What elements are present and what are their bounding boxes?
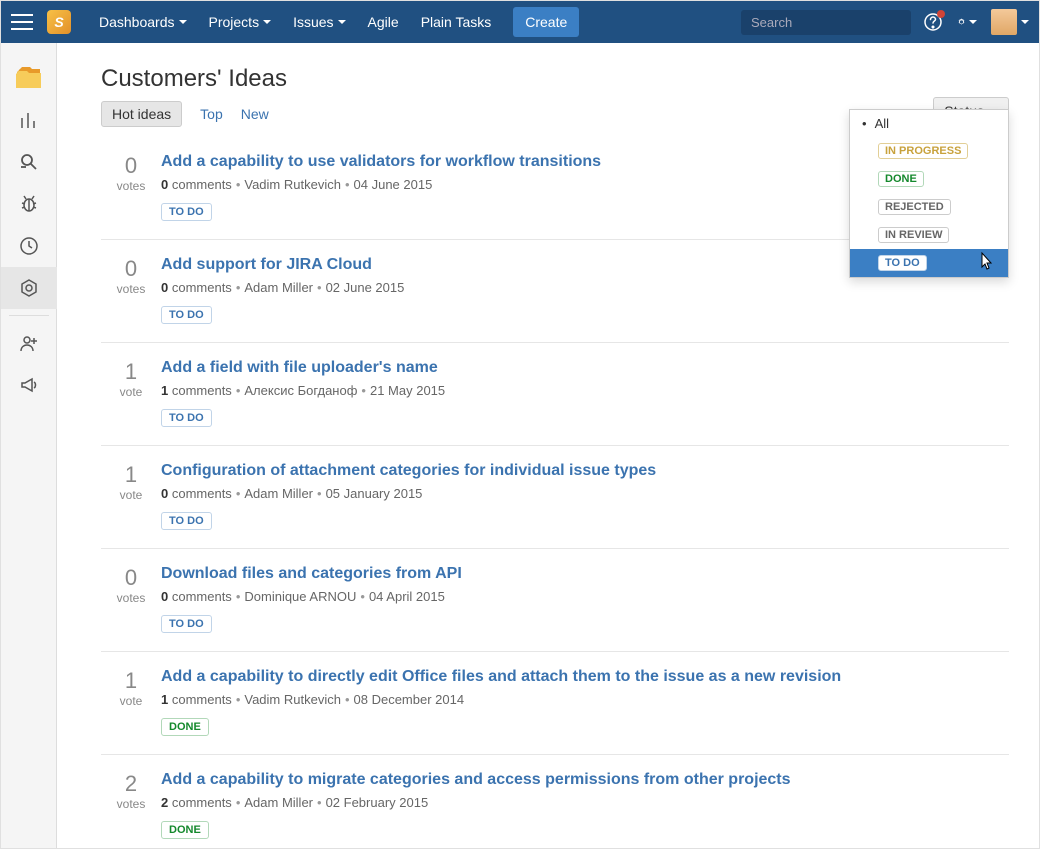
vote-count: 0 <box>101 565 161 591</box>
vote-label: vote <box>101 694 161 708</box>
idea-row: 1 vote Configuration of attachment categ… <box>101 446 1009 549</box>
idea-meta: 0 comments•Dominique ARNOU•04 April 2015 <box>161 589 1009 604</box>
sidebar-reports-icon[interactable] <box>1 99 57 141</box>
create-button[interactable]: Create <box>513 7 579 37</box>
vote-column[interactable]: 1 vote <box>101 462 161 530</box>
gear-icon[interactable] <box>957 12 977 32</box>
status-option-rejected[interactable]: REJECTED <box>850 193 1008 221</box>
sidebar-megaphone-icon[interactable] <box>1 364 57 406</box>
search-box[interactable] <box>741 10 911 35</box>
status-option-in-review[interactable]: IN REVIEW <box>850 221 1008 249</box>
user-menu[interactable] <box>991 9 1029 35</box>
tab-top[interactable]: Top <box>200 106 223 122</box>
idea-title-link[interactable]: Add a capability to migrate categories a… <box>161 771 1009 789</box>
menu-icon[interactable] <box>11 14 33 30</box>
vote-column[interactable]: 0 votes <box>101 153 161 221</box>
status-badge: TO DO <box>161 409 212 427</box>
vote-count: 2 <box>101 771 161 797</box>
status-badge: TO DO <box>161 306 212 324</box>
vote-count: 1 <box>101 359 161 385</box>
notification-dot <box>937 10 945 18</box>
chevron-down-icon <box>338 20 346 24</box>
vote-label: vote <box>101 488 161 502</box>
search-input[interactable] <box>751 15 927 30</box>
nav-projects[interactable]: Projects <box>199 8 282 36</box>
chevron-down-icon <box>1021 20 1029 24</box>
vote-column[interactable]: 1 vote <box>101 668 161 736</box>
idea-title-link[interactable]: Configuration of attachment categories f… <box>161 462 1009 480</box>
idea-title-link[interactable]: Download files and categories from API <box>161 565 1009 583</box>
sidebar-settings-icon[interactable] <box>1 267 57 309</box>
vote-count: 0 <box>101 153 161 179</box>
vote-column[interactable]: 0 votes <box>101 565 161 633</box>
idea-meta: 1 comments•Vadim Rutkevich•08 December 2… <box>161 692 1009 707</box>
nav-plain-tasks[interactable]: Plain Tasks <box>411 8 502 36</box>
vote-label: votes <box>101 797 161 811</box>
vote-label: votes <box>101 282 161 296</box>
app-logo[interactable]: S <box>47 10 71 34</box>
top-navigation: S Dashboards Projects Issues Agile Plain… <box>1 1 1039 43</box>
sidebar-bug-icon[interactable] <box>1 183 57 225</box>
nav-issues[interactable]: Issues <box>283 8 355 36</box>
cursor-icon <box>977 251 995 273</box>
vote-label: vote <box>101 385 161 399</box>
idea-row: 1 vote Add a capability to directly edit… <box>101 652 1009 755</box>
vote-column[interactable]: 0 votes <box>101 256 161 324</box>
chevron-down-icon <box>969 20 977 24</box>
tab-new[interactable]: New <box>241 106 269 122</box>
status-option-all[interactable]: All <box>850 110 1008 137</box>
idea-meta: 0 comments•Adam Miller•05 January 2015 <box>161 486 1009 501</box>
sidebar-files-icon[interactable] <box>1 57 57 99</box>
vote-count: 1 <box>101 462 161 488</box>
idea-row: 1 vote Add a field with file uploader's … <box>101 343 1009 446</box>
sidebar-time-icon[interactable] <box>1 225 57 267</box>
sidebar-add-user-icon[interactable] <box>1 322 57 364</box>
nav-agile[interactable]: Agile <box>358 8 409 36</box>
chevron-down-icon <box>179 20 187 24</box>
avatar <box>991 9 1017 35</box>
idea-meta: 0 comments•Adam Miller•02 June 2015 <box>161 280 1009 295</box>
status-badge: TO DO <box>161 512 212 530</box>
nav-dashboards[interactable]: Dashboards <box>89 8 197 36</box>
vote-column[interactable]: 1 vote <box>101 359 161 427</box>
status-option-done[interactable]: DONE <box>850 165 1008 193</box>
idea-meta: 2 comments•Adam Miller•02 February 2015 <box>161 795 1009 810</box>
tab-hot-ideas[interactable]: Hot ideas <box>101 101 182 127</box>
idea-title-link[interactable]: Add a capability to directly edit Office… <box>161 668 1009 686</box>
idea-row: 2 votes Add a capability to migrate cate… <box>101 755 1009 848</box>
idea-row: 0 votes Download files and categories fr… <box>101 549 1009 652</box>
chevron-down-icon <box>263 20 271 24</box>
status-badge: TO DO <box>161 615 212 633</box>
status-badge: DONE <box>161 718 209 736</box>
help-icon[interactable] <box>923 12 943 32</box>
vote-label: votes <box>101 591 161 605</box>
vote-count: 1 <box>101 668 161 694</box>
sidebar <box>1 43 57 848</box>
sidebar-divider <box>9 315 49 316</box>
status-badge: TO DO <box>161 203 212 221</box>
idea-title-link[interactable]: Add a field with file uploader's name <box>161 359 1009 377</box>
idea-meta: 1 comments•Алексис Богданоф•21 May 2015 <box>161 383 1009 398</box>
vote-label: votes <box>101 179 161 193</box>
vote-count: 0 <box>101 256 161 282</box>
status-badge: DONE <box>161 821 209 839</box>
sidebar-search-icon[interactable] <box>1 141 57 183</box>
page-title: Customers' Ideas <box>101 65 1009 93</box>
status-option-in-progress[interactable]: IN PROGRESS <box>850 137 1008 165</box>
vote-column[interactable]: 2 votes <box>101 771 161 839</box>
